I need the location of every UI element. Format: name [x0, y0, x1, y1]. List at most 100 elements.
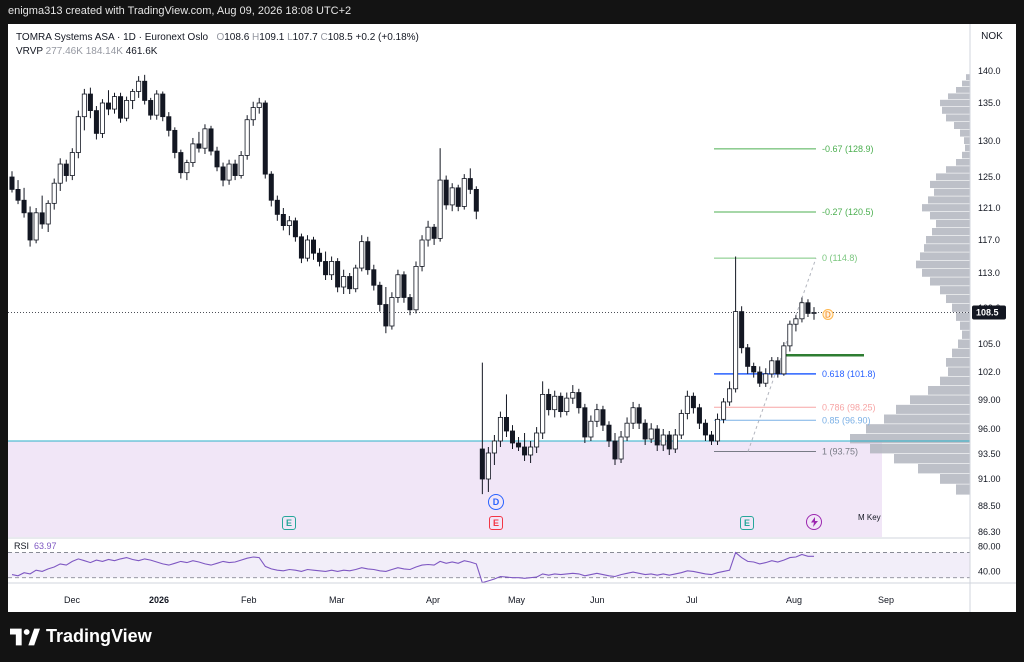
candle-body[interactable] [630, 407, 636, 424]
candle-body[interactable] [304, 239, 310, 259]
candle-body[interactable] [99, 102, 105, 134]
candle-body[interactable] [588, 420, 594, 438]
candle-body[interactable] [455, 187, 461, 207]
candle-body[interactable] [178, 152, 184, 174]
candle-body[interactable] [220, 166, 226, 181]
fib-level-label[interactable]: 0 (114.8) [822, 253, 857, 263]
candle-body[interactable] [112, 96, 118, 110]
candle-body[interactable] [9, 176, 15, 190]
fib-level-label[interactable]: 0.85 (96.90) [822, 415, 871, 425]
candle-body[interactable] [401, 274, 407, 298]
candle-body[interactable] [751, 365, 757, 373]
candle-body[interactable] [33, 212, 39, 241]
candle-body[interactable] [431, 226, 437, 239]
candle-body[interactable] [715, 418, 721, 442]
candle-body[interactable] [739, 311, 745, 349]
candle-body[interactable] [775, 360, 781, 375]
candle-body[interactable] [329, 261, 335, 276]
candle-body[interactable] [636, 407, 642, 424]
candle-body[interactable] [81, 93, 87, 118]
candle-body[interactable] [196, 143, 202, 149]
candle-body[interactable] [124, 100, 130, 119]
candle-body[interactable] [473, 188, 479, 212]
fib-level-label[interactable]: 1 (93.75) [822, 447, 858, 457]
candle-body[interactable] [39, 212, 45, 225]
candle-body[interactable] [256, 102, 262, 108]
candle-body[interactable] [166, 116, 172, 131]
candle-body[interactable] [497, 416, 503, 442]
candle-body[interactable] [335, 261, 341, 288]
candle-body[interactable] [93, 110, 99, 134]
candle-body[interactable] [576, 392, 582, 409]
candle-body[interactable] [347, 276, 353, 290]
earnings-marker-upcoming[interactable]: E [740, 516, 754, 530]
candle-body[interactable] [534, 432, 540, 448]
lightning-icon[interactable] [806, 514, 822, 530]
candle-body[interactable] [624, 422, 630, 438]
chart-frame[interactable]: -0.67 (128.9) -0.27 (120.5) 0 (114.8) 0.618… [8, 24, 1016, 612]
tradingview-logo[interactable]: TradingView [10, 626, 152, 647]
candle-body[interactable] [757, 371, 763, 384]
candle-body[interactable] [160, 93, 166, 118]
candle-body[interactable] [594, 409, 600, 422]
candle-body[interactable] [383, 304, 389, 327]
candle-body[interactable] [87, 93, 93, 112]
candle-body[interactable] [727, 388, 733, 403]
candle-body[interactable] [75, 116, 81, 153]
candle-body[interactable] [516, 442, 522, 448]
candle-body[interactable] [238, 154, 244, 176]
candle-body[interactable] [769, 360, 775, 375]
earnings-marker-missed[interactable]: E [489, 516, 503, 530]
candle-body[interactable] [582, 407, 588, 438]
candle-body[interactable] [546, 393, 552, 411]
candle-body[interactable] [684, 395, 690, 414]
candle-body[interactable] [118, 96, 124, 119]
candle-body[interactable] [395, 274, 401, 298]
candle-body[interactable] [154, 93, 160, 116]
candle-body[interactable] [323, 261, 329, 276]
candle-body[interactable] [292, 220, 298, 238]
candle-body[interactable] [648, 428, 654, 440]
candle-body[interactable] [413, 265, 419, 311]
candle-body[interactable] [666, 434, 672, 450]
dividend-marker[interactable]: D [488, 494, 504, 510]
candle-body[interactable] [696, 407, 702, 424]
candle-body[interactable] [660, 434, 666, 446]
candle-body[interactable] [745, 347, 751, 367]
candle-body[interactable] [365, 241, 371, 271]
candle-body[interactable] [443, 179, 449, 206]
candle-body[interactable] [811, 312, 817, 314]
candle-body[interactable] [449, 187, 455, 206]
candle-body[interactable] [136, 80, 142, 92]
candle-body[interactable] [733, 311, 739, 390]
candle-body[interactable] [570, 392, 576, 399]
candle-body[interactable] [558, 395, 564, 412]
candle-body[interactable] [280, 213, 286, 226]
candle-body[interactable] [678, 413, 684, 436]
candle-body[interactable] [805, 302, 811, 314]
fib-level-label[interactable]: 0.786 (98.25) [822, 402, 876, 412]
candle-body[interactable] [214, 150, 220, 168]
candle-body[interactable] [702, 422, 708, 436]
vrvp-label[interactable]: VRVP [16, 46, 43, 57]
candle-body[interactable] [721, 401, 727, 420]
candle-body[interactable] [654, 428, 660, 446]
candle-body[interactable] [341, 276, 347, 288]
candle-body[interactable] [600, 409, 606, 426]
candle-body[interactable] [45, 202, 51, 225]
candle-body[interactable] [172, 129, 178, 153]
candle-body[interactable] [485, 452, 491, 480]
candle-body[interactable] [425, 226, 431, 241]
candle-body[interactable] [190, 143, 196, 163]
candle-body[interactable] [208, 128, 214, 152]
candle-body[interactable] [371, 269, 377, 286]
candle-body[interactable] [528, 446, 534, 456]
candle-body[interactable] [130, 91, 136, 101]
candle-body[interactable] [793, 318, 799, 325]
candle-body[interactable] [69, 152, 75, 176]
candle-body[interactable] [564, 397, 570, 412]
candle-body[interactable] [509, 430, 516, 444]
fib-level-label[interactable]: -0.27 (120.5) [822, 207, 874, 217]
candle-body[interactable] [286, 220, 292, 227]
currency-label[interactable]: NOK [978, 31, 1006, 42]
